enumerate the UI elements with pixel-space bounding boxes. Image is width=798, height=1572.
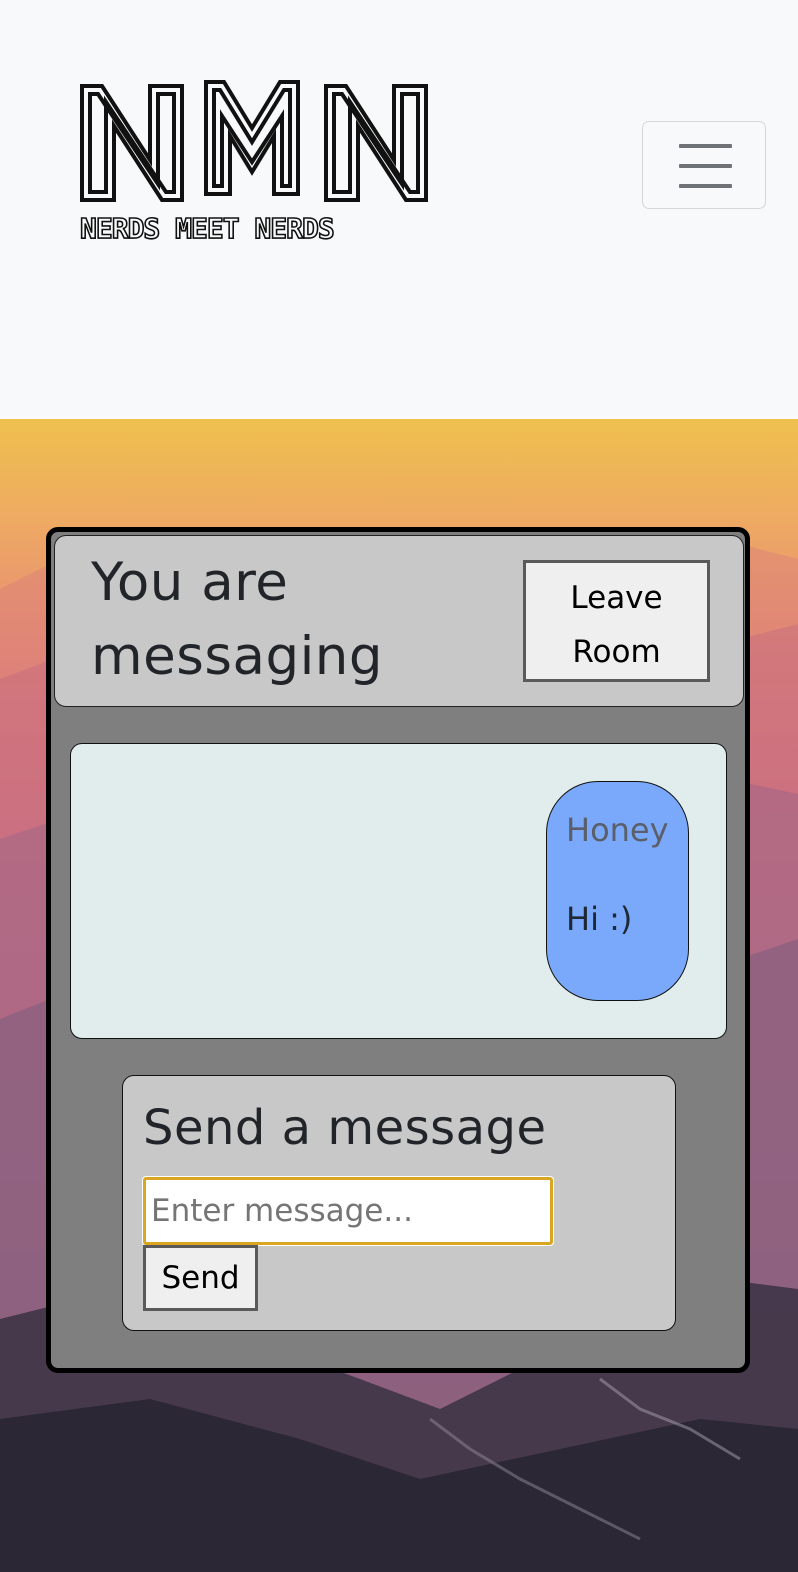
- chat-title: You are messaging: [91, 552, 384, 687]
- navbar: NERDS MEET NERDS: [0, 0, 798, 419]
- nmn-logo[interactable]: NERDS MEET NERDS: [78, 76, 438, 246]
- message-composer: Send a message Send: [122, 1075, 676, 1331]
- message-sender: Honey: [566, 811, 669, 849]
- logo-image: NERDS MEET NERDS: [79, 80, 428, 246]
- leave-room-button[interactable]: Leave Room: [523, 560, 710, 682]
- chat-header: You are messaging Leave Room: [54, 535, 744, 707]
- composer-title: Send a message: [143, 1100, 547, 1156]
- message-list: Honey Hi :): [70, 743, 727, 1039]
- send-button[interactable]: Send: [143, 1245, 258, 1311]
- message-input[interactable]: [142, 1176, 554, 1246]
- chat-room-panel: You are messaging Leave Room Honey Hi :)…: [46, 527, 750, 1373]
- logo-tagline: NERDS MEET NERDS: [80, 212, 334, 245]
- hamburger-menu-icon: [679, 144, 732, 188]
- message-text: Hi :): [566, 900, 633, 938]
- navbar-toggler-button[interactable]: [642, 121, 766, 209]
- message-bubble: Honey Hi :): [546, 781, 689, 1001]
